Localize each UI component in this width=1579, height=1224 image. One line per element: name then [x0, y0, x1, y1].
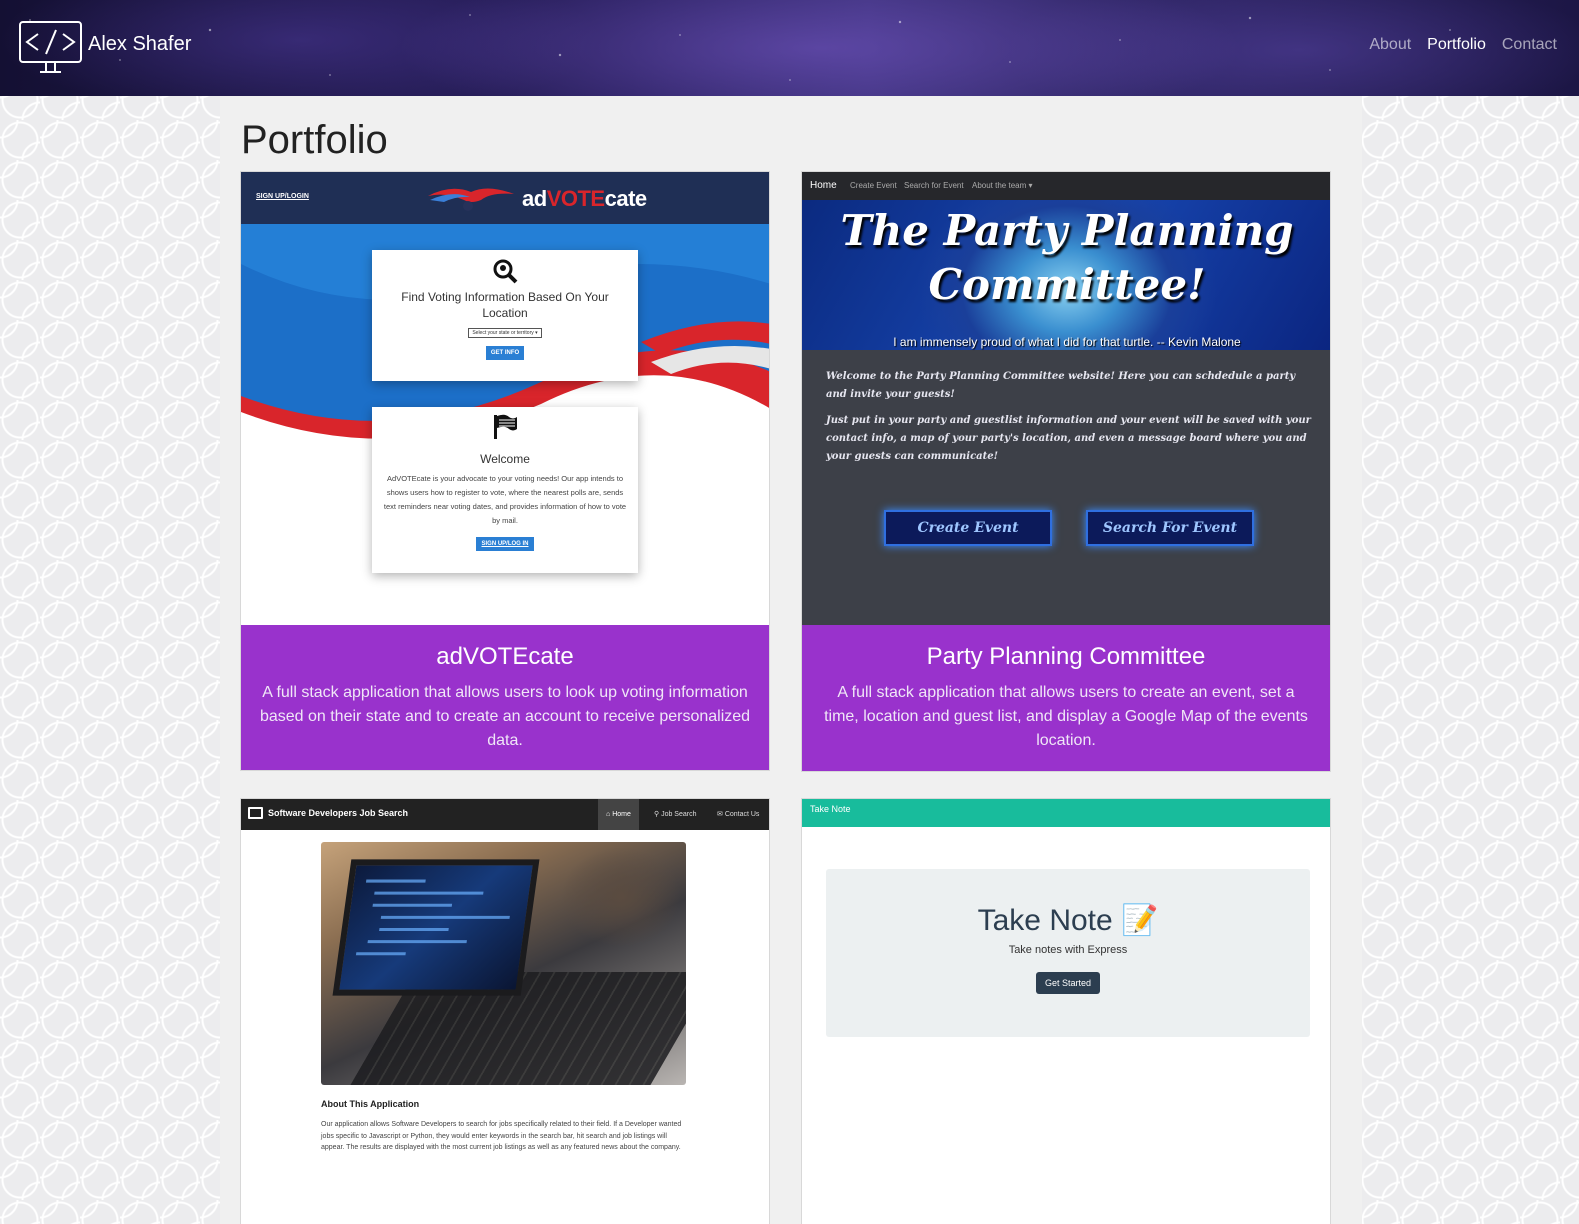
find-voting-info-title: Find Voting Information Based On Your Lo… — [401, 290, 609, 320]
project-preview-image[interactable]: Software Developers Job Search ⌂ Home ⚲ … — [241, 799, 769, 1224]
code-line — [365, 879, 426, 883]
project-card-party-planning[interactable]: Home Create Event Search for Event About… — [801, 171, 1331, 772]
project-card-job-search[interactable]: Software Developers Job Search ⌂ Home ⚲ … — [240, 798, 770, 1224]
page-title: Portfolio — [241, 118, 388, 162]
card-body: adVOTEcate A full stack application that… — [241, 625, 769, 770]
preview-nav-brand: Take Note — [810, 804, 851, 814]
laptop-screen — [332, 859, 540, 996]
party-welcome-text: Welcome to the Party Planning Committee … — [826, 368, 1311, 474]
brand-name: Alex Shafer — [88, 32, 192, 55]
flag-icon — [494, 414, 517, 439]
find-voting-info-box: Find Voting Information Based On Your Lo… — [372, 250, 638, 381]
preview-nav-home-label: Home — [612, 811, 631, 818]
card-description: A full stack application that allows use… — [259, 684, 751, 749]
location-search-icon — [493, 259, 518, 284]
preview-nav-contact-label: Contact Us — [724, 811, 760, 818]
preview-nav: Home Create Event Search for Event About… — [802, 172, 1330, 200]
search-event-button: Search For Event — [1086, 510, 1254, 546]
get-started-button: Get Started — [1035, 972, 1101, 994]
disco-ball-hero: The Party Planning Committee! I am immen… — [802, 200, 1330, 350]
about-title: About This Application — [321, 1099, 420, 1109]
state-select-value: Select your state or territory — [472, 330, 534, 336]
preview-nav-job-search: ⚲ Job Search — [654, 811, 697, 818]
project-preview-image[interactable]: Home Create Event Search for Event About… — [802, 172, 1330, 625]
preview-nav-search: Search for Event — [904, 181, 964, 190]
main-container: Portfolio SIGN UP/LOGIN adVOTEcate Find … — [220, 96, 1362, 1224]
nav-link-portfolio[interactable]: Portfolio — [1427, 36, 1486, 54]
welcome-box: Welcome AdVOTEcate is your advocate to y… — [372, 407, 638, 573]
wordmark-vote: VOTE — [546, 186, 605, 211]
preview-nav: Take Note — [802, 799, 1330, 827]
preview-nav-contact: ✉ Contact Us — [717, 811, 760, 818]
code-line — [379, 928, 449, 932]
nav-link-contact[interactable]: Contact — [1502, 36, 1557, 54]
preview-signup-link: SIGN UP/LOGIN — [256, 193, 309, 200]
welcome-paragraph-1: Welcome to the Party Planning Committee … — [826, 371, 1296, 400]
project-preview-image[interactable]: SIGN UP/LOGIN adVOTEcate Find Voting Inf… — [241, 172, 769, 625]
take-note-title: Take Note 📝 — [826, 903, 1310, 938]
wordmark-suffix: cate — [604, 186, 648, 211]
about-text: Our application allows Software Develope… — [321, 1121, 682, 1151]
hero-quote: I am immensely proud of what I did for t… — [893, 335, 1241, 349]
code-monitor-icon — [19, 21, 82, 73]
code-line — [367, 940, 467, 944]
preview-nav-home: ⌂ Home — [598, 799, 639, 830]
preview-nav-job-search-label: Job Search — [661, 811, 697, 818]
project-card-take-note[interactable]: Take Note Take Note 📝 Take notes with Ex… — [801, 798, 1331, 1224]
preview-brand: Software Developers Job Search — [268, 808, 409, 818]
create-event-button: Create Event — [884, 510, 1052, 546]
state-select: Select your state or territory ▾ — [468, 328, 542, 338]
memo-icon: 📝 — [1121, 904, 1159, 937]
welcome-text: AdVOTEcate is your advocate to your voti… — [383, 474, 627, 525]
card-description: A full stack application that allows use… — [824, 684, 1308, 749]
hero-title: The Party Planning Committee! — [802, 204, 1330, 312]
code-line — [355, 952, 406, 956]
preview-nav-home: Home — [810, 180, 837, 191]
preview-nav-create: Create Event — [850, 181, 897, 190]
welcome-title: Welcome — [480, 452, 530, 466]
eagle-logo-icon — [428, 188, 514, 211]
preview-header: SIGN UP/LOGIN adVOTEcate — [241, 172, 769, 224]
code-line — [380, 915, 510, 919]
hero-title-line1: The Party Planning — [840, 206, 1294, 255]
project-card-advotecate[interactable]: SIGN UP/LOGIN adVOTEcate Find Voting Inf… — [240, 171, 770, 771]
preview-nav-about: About the team ▾ — [972, 181, 1033, 190]
preview-nav: Software Developers Job Search ⌂ Home ⚲ … — [241, 799, 769, 830]
wordmark-prefix: ad — [522, 186, 547, 211]
welcome-paragraph-2: Just put in your party and guestlist inf… — [826, 415, 1311, 462]
nav-link-about[interactable]: About — [1369, 36, 1411, 54]
preview-wordmark: adVOTEcate — [522, 186, 647, 212]
laptop-photo — [321, 842, 686, 1085]
card-title: adVOTEcate — [436, 643, 574, 670]
code-line — [372, 903, 453, 907]
card-title: Party Planning Committee — [926, 643, 1206, 670]
take-note-title-text: Take Note — [977, 904, 1113, 937]
navbar: Alex Shafer About Portfolio Contact — [0, 0, 1579, 96]
nav-links: About Portfolio Contact — [1369, 36, 1557, 54]
hero-title-line2: Committee! — [928, 260, 1206, 309]
signup-login-button: SIGN UP/LOG IN — [476, 537, 534, 551]
brand[interactable]: Alex Shafer — [18, 20, 191, 76]
take-note-subtitle: Take notes with Express — [1008, 944, 1128, 956]
card-body: Party Planning Committee A full stack ap… — [802, 625, 1330, 771]
code-line — [374, 891, 484, 895]
monitor-icon — [248, 807, 263, 819]
get-info-button: GET INFO — [485, 346, 525, 360]
project-preview-image[interactable]: Take Note Take Note 📝 Take notes with Ex… — [802, 799, 1330, 1224]
take-note-jumbotron: Take Note 📝 Take notes with Express Get … — [826, 869, 1310, 1037]
